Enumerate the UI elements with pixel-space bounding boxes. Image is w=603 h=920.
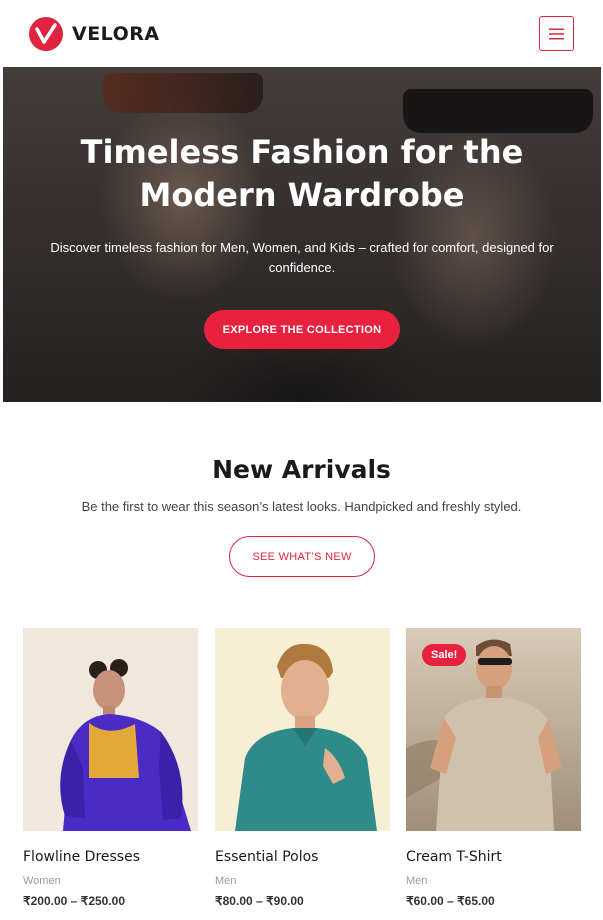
- hero-title: Timeless Fashion for the Modern Wardrobe: [80, 133, 524, 214]
- product-name[interactable]: Essential Polos: [215, 849, 318, 865]
- hero-banner: Timeless Fashion for the Modern Wardrobe…: [3, 67, 601, 402]
- brand-name: VELORA: [72, 23, 160, 45]
- new-arrivals-title: New Arrivals: [212, 455, 391, 484]
- velora-logo-icon: [29, 17, 63, 51]
- product-category[interactable]: Men: [215, 875, 236, 887]
- product-photo-woman-puffer-jacket: [23, 628, 198, 831]
- site-header: VELORA: [0, 0, 603, 67]
- product-card[interactable]: Flowline Dresses Women ₹200.00 – ₹250.00: [23, 628, 198, 908]
- product-image[interactable]: [215, 628, 390, 831]
- brand-logo[interactable]: VELORA: [29, 17, 160, 51]
- menu-toggle-button[interactable]: [539, 16, 574, 51]
- product-price: ₹80.00 – ₹90.00: [215, 894, 304, 908]
- product-image[interactable]: [23, 628, 198, 831]
- product-name[interactable]: Cream T-Shirt: [406, 849, 502, 865]
- product-photo-man-polo-shirt: [215, 628, 390, 831]
- new-arrivals-subtitle: Be the first to wear this season’s lates…: [81, 499, 522, 514]
- explore-collection-button[interactable]: EXPLORE THE COLLECTION: [204, 310, 400, 349]
- product-price: ₹60.00 – ₹65.00: [406, 894, 495, 908]
- hero-overlay: [3, 67, 601, 402]
- see-whats-new-button[interactable]: SEE WHAT’S NEW: [229, 536, 375, 577]
- product-card[interactable]: Sale! Cream T-Shirt Men ₹60.00 – ₹65.00: [406, 628, 581, 908]
- sale-badge: Sale!: [422, 644, 467, 666]
- product-name[interactable]: Flowline Dresses: [23, 849, 140, 865]
- hamburger-menu-icon: [549, 28, 564, 39]
- product-card[interactable]: Essential Polos Men ₹80.00 – ₹90.00: [215, 628, 390, 908]
- product-price: ₹200.00 – ₹250.00: [23, 894, 126, 908]
- product-category[interactable]: Women: [23, 875, 61, 887]
- product-image[interactable]: Sale!: [406, 628, 581, 831]
- hero-subtitle: Discover timeless fashion for Men, Women…: [50, 240, 554, 275]
- product-category[interactable]: Men: [406, 875, 427, 887]
